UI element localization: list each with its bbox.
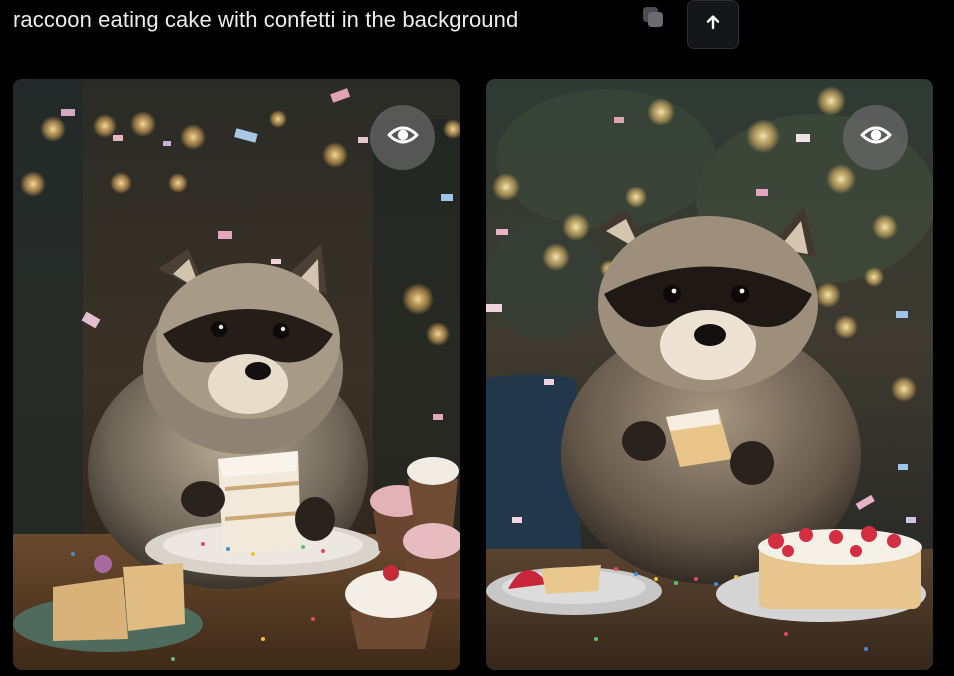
copy-icon: [640, 4, 666, 35]
upload-button[interactable]: [687, 0, 739, 49]
result-image-1[interactable]: [13, 79, 460, 670]
view-button-1[interactable]: [370, 105, 435, 170]
arrow-up-icon: [704, 13, 722, 36]
generation-page: raccoon eating cake with confetti in the…: [0, 0, 954, 676]
eye-icon: [387, 124, 419, 151]
view-button-2[interactable]: [843, 105, 908, 170]
prompt-bar: raccoon eating cake with confetti in the…: [0, 0, 954, 60]
result-image-2[interactable]: [486, 79, 933, 670]
copy-prompt-button[interactable]: [636, 4, 670, 34]
eye-icon: [860, 124, 892, 151]
prompt-text[interactable]: raccoon eating cake with confetti in the…: [13, 6, 518, 34]
